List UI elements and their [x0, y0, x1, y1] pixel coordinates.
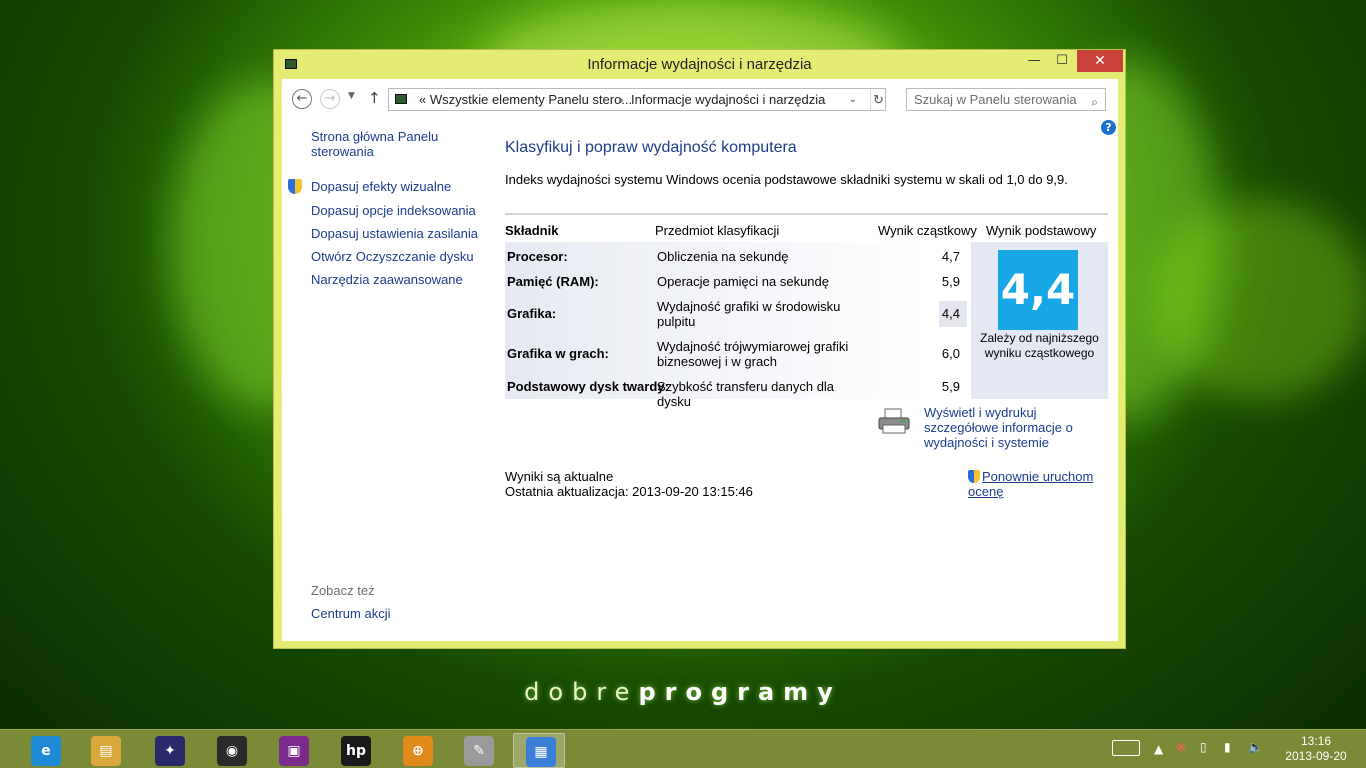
- close-button[interactable]: ✕: [1077, 50, 1123, 72]
- printer-icon: [878, 408, 910, 434]
- address-path[interactable]: « Wszystkie elementy Panelu stero... › I…: [388, 88, 886, 111]
- address-bar: ← → ▼ ↑ « Wszystkie elementy Panelu ster…: [282, 79, 1118, 119]
- presentation-app-icon: ▣: [279, 736, 309, 766]
- clock-time: 13:16: [1300, 734, 1332, 748]
- table-divider: [505, 213, 1108, 215]
- page-title: Klasyfikuj i popraw wydajność komputera: [505, 139, 797, 156]
- taskbar-app-hp-app[interactable]: hp: [329, 733, 381, 768]
- title-bar[interactable]: Informacje wydajności i narzędzia — ☐ ✕: [274, 50, 1125, 79]
- recent-locations-dropdown[interactable]: ▼: [348, 91, 355, 101]
- col-header-subscore: Wynik cząstkowy: [878, 223, 977, 238]
- status-text: Wyniki są aktualne: [505, 469, 614, 484]
- volume-icon[interactable]: 🔈: [1248, 740, 1263, 768]
- wallpaper-brand: dobreprogramy: [524, 678, 842, 706]
- print-details-link[interactable]: Wyświetl i wydrukuj szczegółowe informac…: [924, 405, 1114, 450]
- page-description: Indeks wydajności systemu Windows ocenia…: [505, 172, 1068, 187]
- table-row-component: Procesor:: [507, 249, 568, 264]
- clock-date: 2013-09-20: [1285, 749, 1347, 763]
- address-dropdown-icon[interactable]: ⌄: [849, 89, 857, 110]
- help-icon[interactable]: ?: [1101, 120, 1116, 135]
- table-row-score: 6,0: [941, 346, 960, 361]
- control-panel-window: Informacje wydajności i narzędzia — ☐ ✕ …: [273, 49, 1126, 649]
- table-row-component: Grafika w grach:: [507, 346, 609, 361]
- internet-explorer-icon: e: [31, 736, 61, 766]
- taskbar-app-paint-app[interactable]: ✎: [452, 733, 504, 768]
- taskbar-app-file-explorer[interactable]: ▤: [79, 733, 131, 768]
- power-icon[interactable]: ▯: [1200, 740, 1207, 768]
- sidebar-item-power[interactable]: Dopasuj ustawienia zasilania: [311, 226, 478, 241]
- taskbar: e ▤ ✦ ◉ ▣ hp ⊕ ✎ ▦ ▲ ⊗ ▯ ▮ 🔈 13:16 2013-09-20: [0, 729, 1366, 768]
- window-title: Informacje wydajności i narzędzia: [587, 56, 812, 73]
- table-row-component: Podstawowy dysk twardy:: [507, 379, 669, 394]
- puzzle-app-icon: ✦: [155, 736, 185, 766]
- table-row-subject: Operacje pamięci na sekundę: [657, 274, 829, 289]
- col-header-component: Składnik: [505, 223, 559, 238]
- see-also-heading: Zobacz też: [311, 583, 375, 598]
- network-icon[interactable]: ▮: [1224, 740, 1231, 768]
- sidebar-item-advanced-tools[interactable]: Narzędzia zaawansowane: [311, 272, 463, 287]
- hp-app-icon: hp: [341, 736, 371, 766]
- table-row-component: Pamięć (RAM):: [507, 274, 599, 289]
- keyboard-icon[interactable]: [1112, 730, 1142, 768]
- breadcrumb-current[interactable]: Informacje wydajności i narzędzia: [631, 89, 825, 110]
- table-row-score: 4,7: [941, 249, 960, 264]
- show-hidden-icons-icon[interactable]: ▲: [1154, 742, 1163, 768]
- sidebar-item-disk-cleanup[interactable]: Otwórz Oczyszczanie dysku: [311, 249, 474, 264]
- taskbar-app-presentation-app[interactable]: ▣: [267, 733, 319, 768]
- rerun-label: Ponownie uruchom ocenę: [968, 469, 1094, 499]
- taskbar-app-globe-app[interactable]: ⊕: [391, 733, 443, 768]
- table-row-component: Grafika:: [507, 306, 557, 321]
- taskbar-app-puzzle-app[interactable]: ✦: [143, 733, 195, 768]
- taskbar-app-control-panel[interactable]: ▦: [513, 733, 565, 768]
- window-content: ← → ▼ ↑ « Wszystkie elementy Panelu ster…: [282, 79, 1118, 641]
- back-button[interactable]: ←: [292, 89, 312, 109]
- media-player-icon: ◉: [217, 736, 247, 766]
- search-box[interactable]: ⌕: [906, 88, 1106, 111]
- search-input[interactable]: [914, 89, 1084, 110]
- last-update-text: Ostatnia aktualizacja: 2013-09-20 13:15:…: [505, 484, 753, 499]
- table-row-subject: Wydajność trójwymiarowej grafiki bizneso…: [657, 339, 849, 369]
- base-score-note: Zależy od najniższego wyniku cząstkowego: [980, 331, 1099, 360]
- paint-app-icon: ✎: [464, 736, 494, 766]
- col-header-subject: Przedmiot klasyfikacji: [655, 223, 780, 238]
- sidebar-item-visual-effects[interactable]: Dopasuj efekty wizualne: [311, 179, 451, 194]
- col-header-basescore: Wynik podstawowy: [986, 223, 1097, 238]
- base-score-panel: 4,4 Zależy od najniższego wyniku cząstko…: [971, 242, 1108, 399]
- wallpaper-glow: [1150, 200, 1366, 400]
- table-row-score: 5,9: [941, 274, 960, 289]
- breadcrumb-chevron-icon[interactable]: ›: [619, 89, 623, 110]
- file-explorer-icon: ▤: [91, 736, 121, 766]
- action-center-link[interactable]: Centrum akcji: [311, 606, 390, 621]
- table-row-subject: Wydajność grafiki w środowisku pulpitu: [657, 299, 841, 329]
- security-alert-icon[interactable]: ⊗: [1176, 740, 1186, 768]
- table-row-subject: Szybkość transferu danych dla dysku: [657, 379, 835, 409]
- sidebar-home-link[interactable]: Strona główna Panelu sterowania: [311, 129, 461, 159]
- control-panel-icon: [395, 94, 407, 104]
- taskbar-app-internet-explorer[interactable]: e: [19, 733, 71, 768]
- uac-shield-icon: [288, 179, 302, 194]
- search-icon[interactable]: ⌕: [1091, 92, 1098, 113]
- sidebar-item-indexing[interactable]: Dopasuj opcje indeksowania: [311, 203, 476, 218]
- table-row-score: 5,9: [941, 379, 960, 394]
- globe-app-icon: ⊕: [403, 736, 433, 766]
- table-row-score: 4,4: [941, 306, 960, 321]
- refresh-icon[interactable]: ↻: [870, 89, 886, 110]
- taskbar-app-media-player[interactable]: ◉: [205, 733, 257, 768]
- maximize-button[interactable]: ☐: [1048, 50, 1076, 72]
- control-panel-icon: ▦: [526, 737, 556, 767]
- up-button[interactable]: ↑: [368, 89, 381, 107]
- table-row-subject: Obliczenia na sekundę: [657, 249, 789, 264]
- uac-shield-icon: [968, 470, 980, 483]
- minimize-button[interactable]: —: [1020, 50, 1048, 72]
- clock[interactable]: 13:16 2013-09-20: [1276, 734, 1356, 764]
- rerun-assessment-link[interactable]: Ponownie uruchom ocenę: [968, 469, 1109, 499]
- base-score-tile: 4,4: [998, 250, 1078, 330]
- forward-button[interactable]: →: [320, 89, 340, 109]
- breadcrumb-all-items[interactable]: « Wszystkie elementy Panelu stero...: [419, 89, 632, 110]
